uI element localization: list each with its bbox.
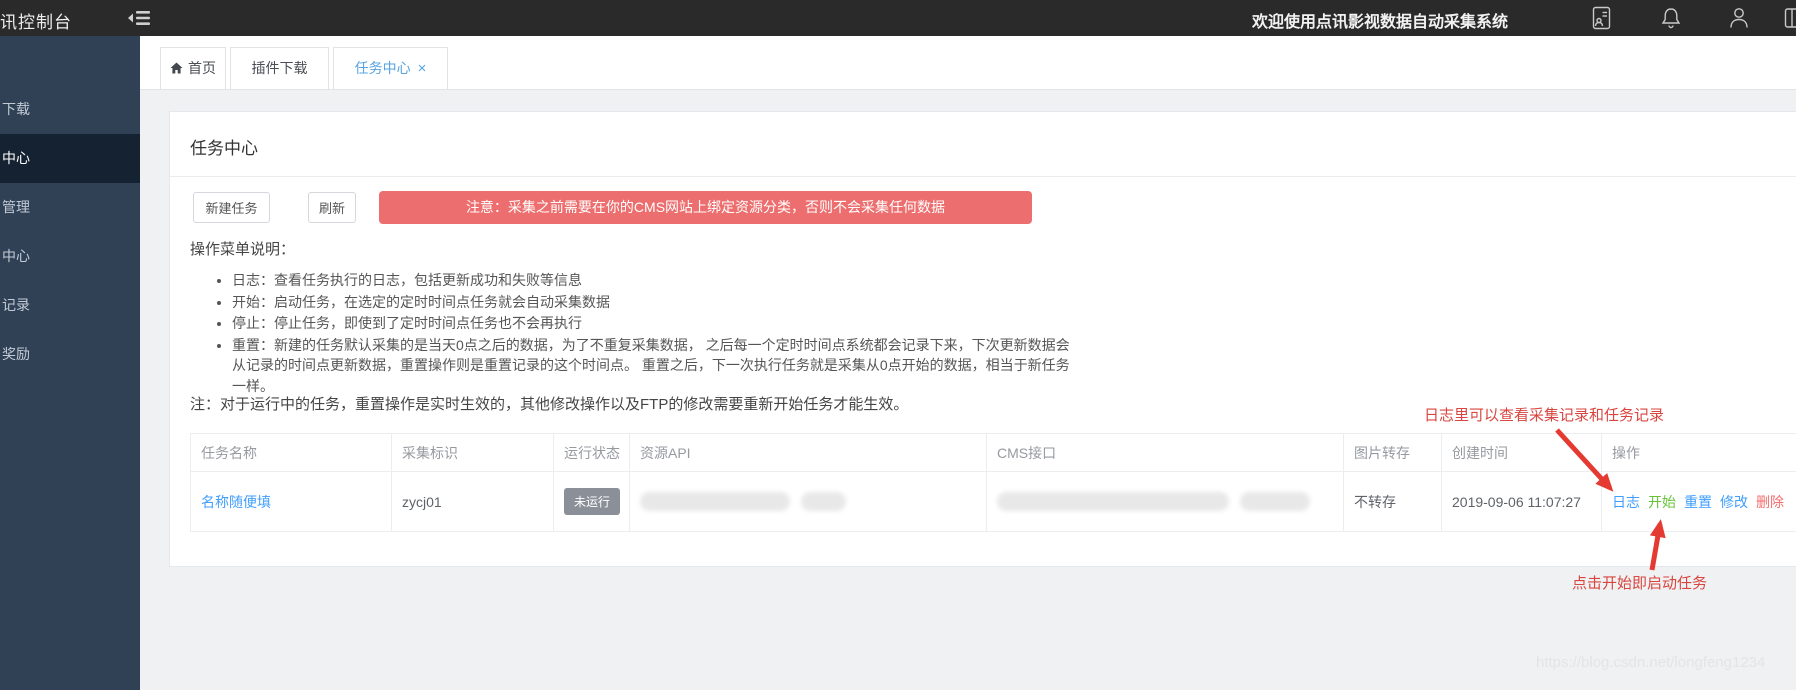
- panel-edge-icon[interactable]: [1784, 6, 1796, 30]
- help-item-reset: 重置：新建的任务默认采集的是当天0点之后的数据，为了不重复采集数据， 之后每一个…: [232, 335, 1082, 397]
- sidebar-item-label: 管理: [2, 199, 30, 215]
- status-badge: 未运行: [564, 488, 620, 515]
- tab-task-center[interactable]: 任务中心 ×: [333, 47, 448, 90]
- divider: [170, 176, 1796, 177]
- help-item-start: 开始：启动任务，在选定的定时时间点任务就会自动采集数据: [232, 292, 1082, 313]
- sidebar-item-label: 奖励: [2, 346, 30, 362]
- sidebar: 下载 中心 管理 中心 记录 奖励: [0, 36, 140, 690]
- image-save-cell: 不转存: [1344, 472, 1442, 532]
- tab-label: 插件下载: [252, 60, 308, 76]
- cms-api-redacted-bar: [1240, 492, 1310, 511]
- annotation-log-tip: 日志里可以查看采集记录和任务记录: [1424, 404, 1664, 425]
- cms-api-redacted-bar: [997, 492, 1229, 511]
- help-list: 日志：查看任务执行的日志，包括更新成功和失败等信息 开始：启动任务，在选定的定时…: [232, 270, 1082, 397]
- sidebar-item-manage[interactable]: 管理: [0, 183, 140, 232]
- column-header-collect-id: 采集标识: [392, 434, 554, 472]
- annotation-arrows-icon: [1530, 426, 1700, 586]
- close-icon[interactable]: ×: [418, 60, 427, 77]
- menu-fold-icon[interactable]: [128, 8, 152, 28]
- home-icon: [170, 49, 183, 90]
- tab-label: 任务中心: [355, 60, 411, 76]
- alert-banner: 注意：采集之前需要在你的CMS网站上绑定资源分类，否则不会采集任何数据: [379, 191, 1032, 224]
- help-item-log: 日志：查看任务执行的日志，包括更新成功和失败等信息: [232, 270, 1082, 291]
- modify-action-link[interactable]: 修改: [1720, 494, 1748, 510]
- bell-icon[interactable]: [1660, 6, 1682, 30]
- user-icon[interactable]: [1728, 6, 1750, 30]
- id-card-icon[interactable]: [1592, 6, 1614, 30]
- cms-api-cell: [987, 472, 1344, 532]
- note-text: 注：对于运行中的任务，重置操作是实时生效的，其他修改操作以及FTP的修改需要重新…: [190, 393, 908, 414]
- column-header-cms-api: CMS接口: [987, 434, 1344, 472]
- new-task-button[interactable]: 新建任务: [193, 192, 270, 223]
- help-item-stop: 停止：停止任务，即使到了定时时间点任务也不会再执行: [232, 313, 1082, 334]
- help-title: 操作菜单说明：: [190, 238, 295, 259]
- refresh-button[interactable]: 刷新: [308, 192, 356, 223]
- column-header-run-status: 运行状态: [554, 434, 630, 472]
- delete-action-link[interactable]: 删除: [1756, 494, 1784, 510]
- sidebar-item-records[interactable]: 记录: [0, 281, 140, 330]
- column-header-resource-api: 资源API: [630, 434, 987, 472]
- watermark: https://blog.csdn.net/longfeng1234: [1536, 654, 1765, 671]
- column-header-task-name: 任务名称: [191, 434, 392, 472]
- tab-bar: 首页 插件下载 任务中心 ×: [140, 36, 1796, 90]
- task-name-link[interactable]: 名称随便填: [201, 494, 271, 510]
- app-window: 讯控制台 欢迎使用点讯影视数据自动采集系统: [0, 0, 1796, 690]
- annotation-start-tip: 点击开始即启动任务: [1572, 572, 1707, 593]
- brand-title: 讯控制台: [0, 8, 72, 33]
- page-title: 任务中心: [190, 134, 258, 159]
- sidebar-item-rewards[interactable]: 奖励: [0, 330, 140, 379]
- sidebar-item-label: 下载: [2, 101, 30, 117]
- welcome-title: 欢迎使用点讯影视数据自动采集系统: [1252, 8, 1508, 32]
- sidebar-item-label: 中心: [2, 150, 30, 166]
- collect-id-cell: zycj01: [392, 472, 554, 532]
- sidebar-item-download[interactable]: 下载: [0, 85, 140, 134]
- resource-api-redacted-bar: [801, 492, 846, 511]
- tab-home[interactable]: 首页: [160, 47, 226, 90]
- resource-api-cell: [630, 472, 987, 532]
- sidebar-item-task-center[interactable]: 中心: [0, 134, 140, 183]
- tab-label: 首页: [188, 60, 216, 76]
- resource-api-redacted-bar: [640, 492, 790, 511]
- column-header-image-save: 图片转存: [1344, 434, 1442, 472]
- tab-plugin-download[interactable]: 插件下载: [230, 47, 329, 90]
- topbar: 讯控制台 欢迎使用点讯影视数据自动采集系统: [0, 0, 1796, 36]
- sidebar-item-label: 记录: [2, 297, 30, 313]
- sidebar-item-label: 中心: [2, 248, 30, 264]
- sidebar-item-center[interactable]: 中心: [0, 232, 140, 281]
